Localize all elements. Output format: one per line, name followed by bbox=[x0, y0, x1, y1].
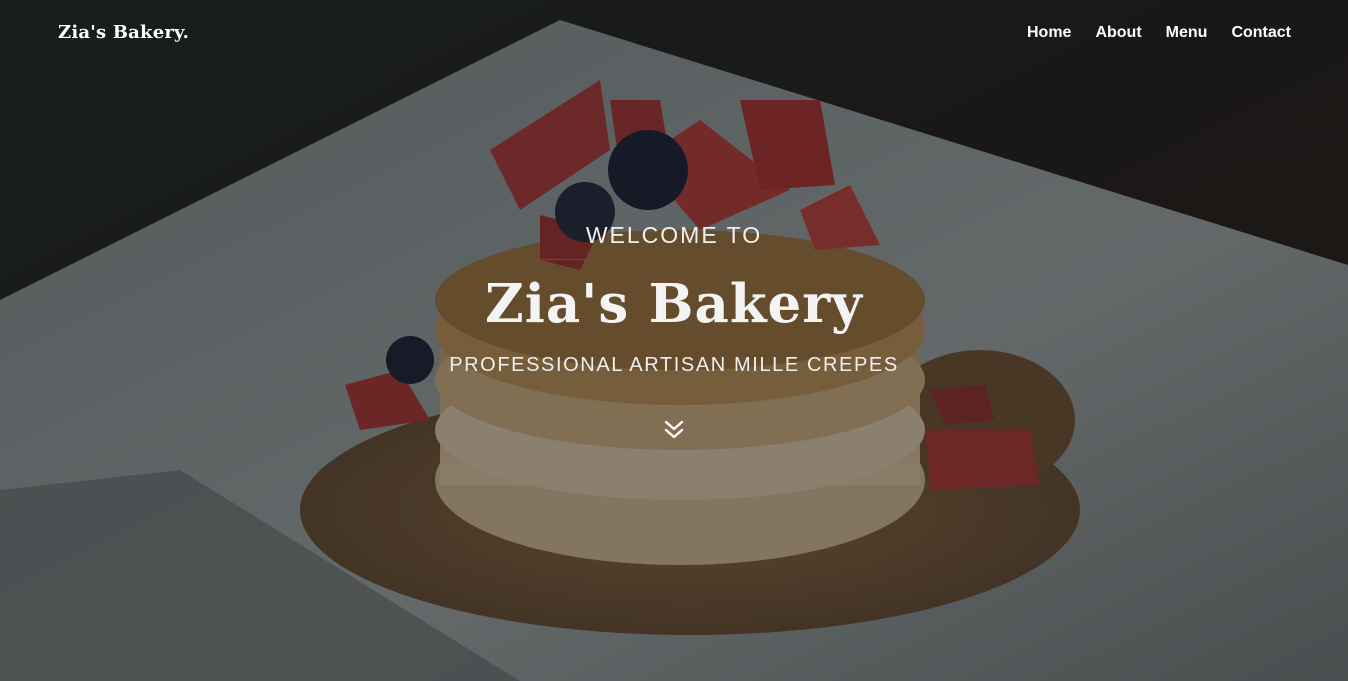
hero-divider-bottom bbox=[496, 343, 852, 344]
nav-item-menu: Menu bbox=[1166, 24, 1208, 42]
hero-content: WELCOME TO Zia's Bakery PROFESSIONAL ART… bbox=[0, 218, 1348, 377]
nav-link-about[interactable]: About bbox=[1095, 24, 1141, 41]
nav-menu: Home About Menu Contact bbox=[1027, 24, 1291, 42]
hero-subtitle: PROFESSIONAL ARTISAN MILLE CREPES bbox=[449, 354, 899, 376]
nav-item-about: About bbox=[1095, 24, 1141, 42]
hero-divider-top bbox=[496, 259, 852, 260]
hero-title: Zia's Bakery bbox=[485, 273, 863, 335]
top-navbar: Zia's Bakery. Home About Menu Contact bbox=[0, 0, 1348, 68]
nav-link-menu[interactable]: Menu bbox=[1166, 24, 1208, 41]
nav-link-contact[interactable]: Contact bbox=[1231, 24, 1291, 41]
double-chevron-down-icon[interactable] bbox=[664, 419, 684, 441]
hero-welcome-text: WELCOME TO bbox=[585, 222, 763, 248]
nav-link-home[interactable]: Home bbox=[1027, 24, 1071, 41]
hero-section: Zia's Bakery. Home About Menu Contact WE… bbox=[0, 0, 1348, 681]
nav-item-contact: Contact bbox=[1231, 24, 1291, 42]
brand-logo-link[interactable]: Zia's Bakery. bbox=[58, 22, 189, 43]
nav-item-home: Home bbox=[1027, 24, 1071, 42]
